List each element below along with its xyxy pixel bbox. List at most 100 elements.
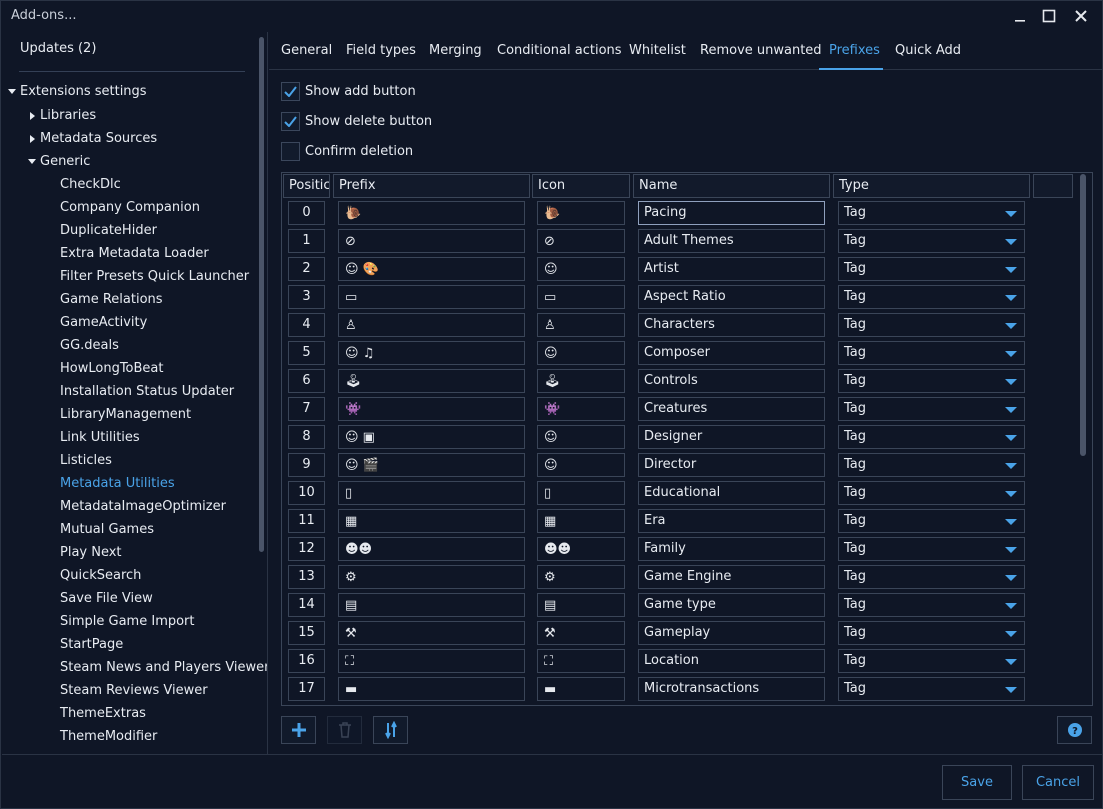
- minimize-button[interactable]: [1008, 5, 1032, 27]
- type-dropdown[interactable]: Tag: [838, 593, 1025, 617]
- name-input[interactable]: Pacing: [638, 201, 825, 225]
- tab-merging[interactable]: Merging: [429, 43, 482, 63]
- header-position[interactable]: Positic: [283, 174, 330, 198]
- tab-general[interactable]: General: [281, 43, 332, 63]
- sidebar-item-extra-metadata-loader[interactable]: Extra Metadata Loader: [60, 244, 209, 264]
- header-name[interactable]: Name: [633, 174, 830, 198]
- prefix-cell[interactable]: ☺ 🎬: [338, 453, 525, 477]
- add-button[interactable]: [281, 716, 316, 744]
- prefix-cell[interactable]: ⚙: [338, 565, 525, 589]
- prefix-cell[interactable]: ⊘: [338, 229, 525, 253]
- prefix-cell[interactable]: ▤: [338, 593, 525, 617]
- name-input[interactable]: Educational: [638, 481, 825, 505]
- sidebar-item-game-relations[interactable]: Game Relations: [60, 290, 163, 310]
- tab-conditional-actions[interactable]: Conditional actions: [497, 43, 622, 63]
- icon-cell[interactable]: ▬: [537, 677, 625, 701]
- position-cell[interactable]: 12: [288, 537, 325, 561]
- name-input[interactable]: Director: [638, 453, 825, 477]
- sidebar-item-simple-game-import[interactable]: Simple Game Import: [60, 612, 195, 632]
- type-dropdown[interactable]: Tag: [838, 285, 1025, 309]
- sidebar-scrollbar[interactable]: [259, 37, 264, 552]
- sidebar-item-play-next[interactable]: Play Next: [60, 543, 122, 563]
- position-cell[interactable]: 7: [288, 397, 325, 421]
- icon-cell[interactable]: ☺: [537, 453, 625, 477]
- tab-prefixes[interactable]: Prefixes: [829, 43, 880, 63]
- icon-cell[interactable]: ⚙: [537, 565, 625, 589]
- type-dropdown[interactable]: Tag: [838, 257, 1025, 281]
- sidebar-item-mutual-games[interactable]: Mutual Games: [60, 520, 154, 540]
- position-cell[interactable]: 4: [288, 313, 325, 337]
- position-cell[interactable]: 5: [288, 341, 325, 365]
- type-dropdown[interactable]: Tag: [838, 341, 1025, 365]
- title-bar[interactable]: Add-ons...: [1, 1, 1102, 32]
- icon-cell[interactable]: ▤: [537, 593, 625, 617]
- sidebar-item-duplicatehider[interactable]: DuplicateHider: [60, 221, 157, 241]
- position-cell[interactable]: 9: [288, 453, 325, 477]
- show-delete-button-checkbox[interactable]: [281, 111, 300, 131]
- position-cell[interactable]: 11: [288, 509, 325, 533]
- position-cell[interactable]: 16: [288, 649, 325, 673]
- type-dropdown[interactable]: Tag: [838, 229, 1025, 253]
- sidebar-item-librarymanagement[interactable]: LibraryManagement: [60, 405, 191, 425]
- name-input[interactable]: Creatures: [638, 397, 825, 421]
- icon-cell[interactable]: ⛶: [537, 649, 625, 673]
- type-dropdown[interactable]: Tag: [838, 481, 1025, 505]
- name-input[interactable]: Characters: [638, 313, 825, 337]
- icon-cell[interactable]: ☺: [537, 425, 625, 449]
- type-dropdown[interactable]: Tag: [838, 453, 1025, 477]
- prefix-cell[interactable]: 👾: [338, 397, 525, 421]
- prefix-cell[interactable]: 🕹: [338, 369, 525, 393]
- tab-field-types[interactable]: Field types: [346, 43, 416, 63]
- show-add-button-checkbox[interactable]: [281, 81, 300, 101]
- tab-quick-add[interactable]: Quick Add: [895, 43, 961, 63]
- position-cell[interactable]: 0: [288, 201, 325, 225]
- tab-whitelist[interactable]: Whitelist: [629, 43, 686, 63]
- type-dropdown[interactable]: Tag: [838, 649, 1025, 673]
- icon-cell[interactable]: ▦: [537, 509, 625, 533]
- type-dropdown[interactable]: Tag: [838, 509, 1025, 533]
- icon-cell[interactable]: ☺: [537, 341, 625, 365]
- type-dropdown[interactable]: Tag: [838, 201, 1025, 225]
- name-input[interactable]: Game type: [638, 593, 825, 617]
- position-cell[interactable]: 1: [288, 229, 325, 253]
- type-dropdown[interactable]: Tag: [838, 565, 1025, 589]
- tree-metadata-sources[interactable]: Metadata Sources: [28, 129, 157, 149]
- type-dropdown[interactable]: Tag: [838, 621, 1025, 645]
- type-dropdown[interactable]: Tag: [838, 397, 1025, 421]
- sidebar-item-metadata-utilities[interactable]: Metadata Utilities: [60, 474, 175, 494]
- sidebar-item-checkdlc[interactable]: CheckDlc: [60, 175, 121, 195]
- position-cell[interactable]: 3: [288, 285, 325, 309]
- name-input[interactable]: Game Engine: [638, 565, 825, 589]
- position-cell[interactable]: 17: [288, 677, 325, 701]
- sidebar-item-listicles[interactable]: Listicles: [60, 451, 112, 471]
- grid-scrollbar[interactable]: [1080, 174, 1086, 456]
- tab-remove-unwanted[interactable]: Remove unwanted: [700, 43, 822, 63]
- tree-extensions-settings[interactable]: Extensions settings: [8, 82, 147, 102]
- name-input[interactable]: Artist: [638, 257, 825, 281]
- icon-cell[interactable]: ♙: [537, 313, 625, 337]
- type-dropdown[interactable]: Tag: [838, 425, 1025, 449]
- header-icon[interactable]: Icon: [532, 174, 630, 198]
- prefix-cell[interactable]: ☻☻: [338, 537, 525, 561]
- name-input[interactable]: Location: [638, 649, 825, 673]
- position-cell[interactable]: 2: [288, 257, 325, 281]
- sidebar-item-metadataimageoptimizer[interactable]: MetadataImageOptimizer: [60, 497, 226, 517]
- show-add-button-option[interactable]: Show add button: [281, 81, 416, 101]
- name-input[interactable]: Adult Themes: [638, 229, 825, 253]
- position-cell[interactable]: 8: [288, 425, 325, 449]
- position-cell[interactable]: 15: [288, 621, 325, 645]
- position-cell[interactable]: 14: [288, 593, 325, 617]
- sidebar-item-themeextras[interactable]: ThemeExtras: [60, 704, 146, 724]
- sort-button[interactable]: [373, 716, 408, 744]
- updates-link[interactable]: Updates (2): [20, 41, 96, 56]
- prefix-cell[interactable]: ☺ ♫: [338, 341, 525, 365]
- confirm-deletion-option[interactable]: Confirm deletion: [281, 141, 413, 161]
- icon-cell[interactable]: 🕹: [537, 369, 625, 393]
- maximize-button[interactable]: [1037, 5, 1061, 27]
- position-cell[interactable]: 10: [288, 481, 325, 505]
- name-input[interactable]: Era: [638, 509, 825, 533]
- confirm-deletion-checkbox[interactable]: [281, 141, 300, 161]
- help-button[interactable]: ?: [1057, 716, 1092, 744]
- prefix-cell[interactable]: ☺ ▣: [338, 425, 525, 449]
- prefix-cell[interactable]: ♙: [338, 313, 525, 337]
